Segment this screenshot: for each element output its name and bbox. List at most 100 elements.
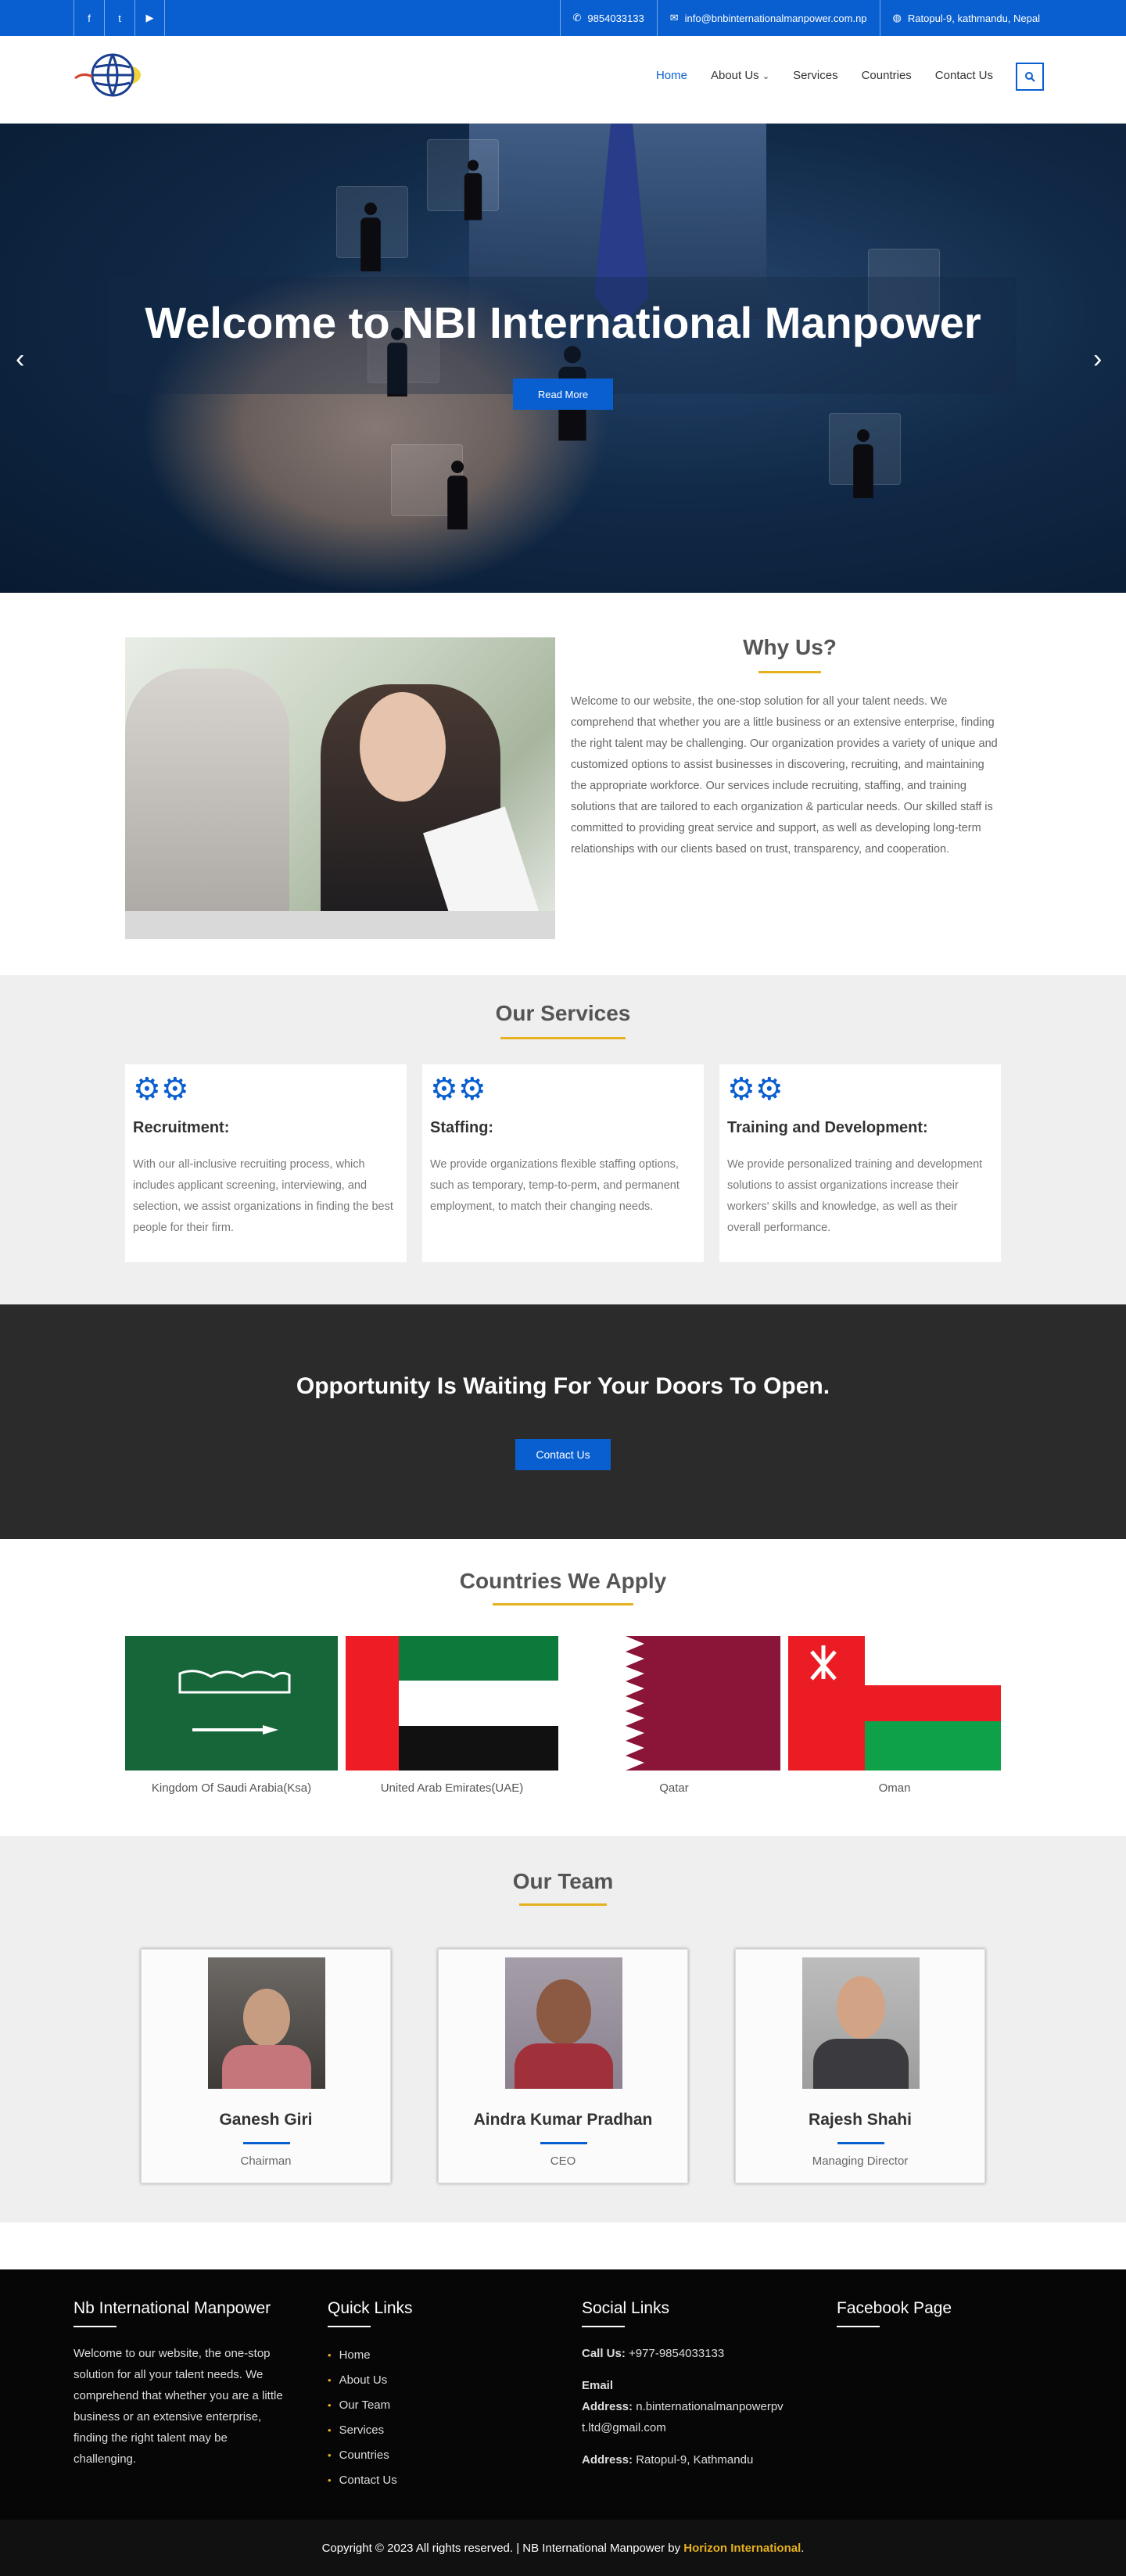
image-face <box>360 692 446 802</box>
service-text: With our all-inclusive recruiting proces… <box>133 1158 393 1234</box>
name-underline <box>540 2142 587 2144</box>
member-name: Rajesh Shahi <box>809 2111 912 2129</box>
why-us-title: Why Us? <box>743 635 837 659</box>
copyright-end: . <box>801 2541 805 2555</box>
service-card: ⚙⚙ Training and Development: We provide … <box>719 1064 1001 1262</box>
contact-us-button[interactable]: Contact Us <box>515 1439 611 1470</box>
member-photo <box>802 1957 920 2089</box>
email-value-2[interactable]: t.ltd@gmail.com <box>582 2421 666 2434</box>
oman-flag[interactable] <box>788 1636 1001 1771</box>
slider-prev-icon[interactable]: ‹ <box>16 344 24 375</box>
footer-about-title: Nb International Manpower <box>74 2299 271 2317</box>
service-title: Recruitment: <box>133 1119 230 1136</box>
footer-social-title: Social Links <box>582 2299 670 2317</box>
call-value[interactable]: +977-9854033133 <box>629 2347 724 2360</box>
nav-countries[interactable]: Countries <box>862 69 912 82</box>
copyright-brand-link[interactable]: Horizon International <box>683 2542 801 2555</box>
search-button[interactable] <box>1016 63 1044 91</box>
name-underline <box>837 2142 884 2144</box>
service-text: We provide organizations flexible staffi… <box>430 1158 680 1213</box>
footer-call: Call Us: +977-9854033133 <box>582 2343 801 2364</box>
service-card: ⚙⚙ Recruitment: With our all-inclusive r… <box>125 1064 407 1262</box>
nav-menu: Home About Us ⌄ Services Countries Conta… <box>656 69 993 82</box>
email-label: Email <box>582 2379 614 2392</box>
footer-social: Social Links Call Us: +977-9854033133 Em… <box>582 2299 801 2470</box>
copyright-text: Copyright © 2023 All rights reserved. | … <box>321 2541 681 2555</box>
footer-link-about[interactable]: About Us <box>328 2368 547 2393</box>
email-text: info@bnbinternationalmanpower.com.np <box>684 12 867 24</box>
search-icon <box>1025 72 1035 82</box>
member-name: Ganesh Giri <box>219 2111 313 2129</box>
service-card: ⚙⚙ Staffing: We provide organizations fl… <box>422 1064 704 1262</box>
photo-face <box>536 1979 591 2045</box>
uae-flag[interactable] <box>346 1636 558 1771</box>
why-us-text: Welcome to our website, the one-stop sol… <box>571 695 998 856</box>
photo-face <box>243 1989 290 2047</box>
footer-about-text: Welcome to our website, the one-stop sol… <box>74 2347 283 2466</box>
footer-link-home[interactable]: Home <box>328 2343 547 2368</box>
phone-info[interactable]: ✆ 9854033133 <box>559 0 657 36</box>
footer-links-title: Quick Links <box>328 2299 413 2317</box>
footer-quick-links: Quick Links Home About Us Our Team Servi… <box>328 2299 547 2493</box>
gears-icon: ⚙⚙ <box>727 1072 784 1107</box>
country-label: United Arab Emirates(UAE) <box>380 1781 524 1795</box>
saudi-arabia-flag[interactable] <box>125 1636 338 1771</box>
footer-link-countries[interactable]: Countries <box>328 2443 547 2468</box>
footer-title-line <box>837 2326 880 2327</box>
globe-icon: ◍ <box>892 12 902 23</box>
member-role: CEO <box>550 2154 576 2168</box>
footer-link-services[interactable]: Services <box>328 2418 547 2443</box>
email-address-label: Address: <box>582 2400 633 2413</box>
footer-about: Nb International Manpower Welcome to our… <box>74 2299 292 2470</box>
youtube-icon[interactable]: ▶ <box>134 0 165 36</box>
hero-title: Welcome to NBI International Manpower <box>145 298 981 347</box>
person-figure <box>851 429 876 498</box>
team-title: Our Team <box>512 1869 614 1893</box>
team-member-card: Rajesh Shahi Managing Director <box>735 1949 985 2183</box>
gears-icon: ⚙⚙ <box>430 1072 486 1107</box>
person-figure <box>462 160 484 221</box>
country-label: Qatar <box>659 1781 689 1795</box>
image-desk <box>125 911 555 939</box>
nav-home[interactable]: Home <box>656 69 687 82</box>
envelope-icon: ✉ <box>669 12 679 23</box>
photo-body <box>515 2043 613 2089</box>
footer-facebook: Facebook Page <box>837 2299 1056 2343</box>
footer-title-line <box>328 2326 371 2327</box>
title-underline <box>493 1603 633 1606</box>
nav-services[interactable]: Services <box>793 69 838 82</box>
company-logo[interactable] <box>74 48 147 103</box>
footer-address: Address: Ratopul-9, Kathmandu <box>582 2449 801 2470</box>
phone-icon: ✆ <box>572 12 582 23</box>
nav-contact-us[interactable]: Contact Us <box>935 69 993 82</box>
footer-fb-title: Facebook Page <box>837 2299 952 2317</box>
service-title: Training and Development: <box>727 1119 928 1136</box>
copyright-bar: Copyright © 2023 All rights reserved. | … <box>0 2520 1126 2576</box>
twitter-icon[interactable]: t <box>104 0 134 36</box>
read-more-button[interactable]: Read More <box>513 379 613 410</box>
qatar-flag[interactable] <box>626 1636 780 1771</box>
footer-link-team[interactable]: Our Team <box>328 2393 547 2418</box>
title-underline <box>500 1037 626 1039</box>
country-label: Kingdom Of Saudi Arabia(Ksa) <box>151 1781 312 1795</box>
title-underline <box>758 671 821 673</box>
why-us-image <box>125 637 555 939</box>
email-info[interactable]: ✉ info@bnbinternationalmanpower.com.np <box>656 0 880 36</box>
team-member-card: Ganesh Giri Chairman <box>141 1949 391 2183</box>
address-label: Address: <box>582 2453 633 2467</box>
service-title: Staffing: <box>430 1119 494 1136</box>
email-value-1[interactable]: n.binternationalmanpowerpv <box>636 2400 783 2413</box>
slider-next-icon[interactable]: › <box>1093 344 1102 375</box>
contact-info: ✆ 9854033133 ✉ info@bnbinternationalmanpow… <box>559 0 1052 36</box>
main-navbar: Home About Us ⌄ Services Countries Conta… <box>0 36 1126 124</box>
footer-link-contact[interactable]: Contact Us <box>328 2468 547 2493</box>
nav-about-us[interactable]: About Us ⌄ <box>711 69 769 82</box>
service-text: We provide personalized training and dev… <box>727 1158 983 1234</box>
name-underline <box>243 2142 290 2144</box>
nav-about-label: About Us <box>710 69 759 82</box>
address-value: Ratopul-9, Kathmandu <box>636 2453 754 2467</box>
social-icons: f t ▶ <box>74 0 165 36</box>
person-figure <box>445 461 470 529</box>
facebook-icon[interactable]: f <box>74 0 104 36</box>
title-underline <box>519 1903 607 1906</box>
